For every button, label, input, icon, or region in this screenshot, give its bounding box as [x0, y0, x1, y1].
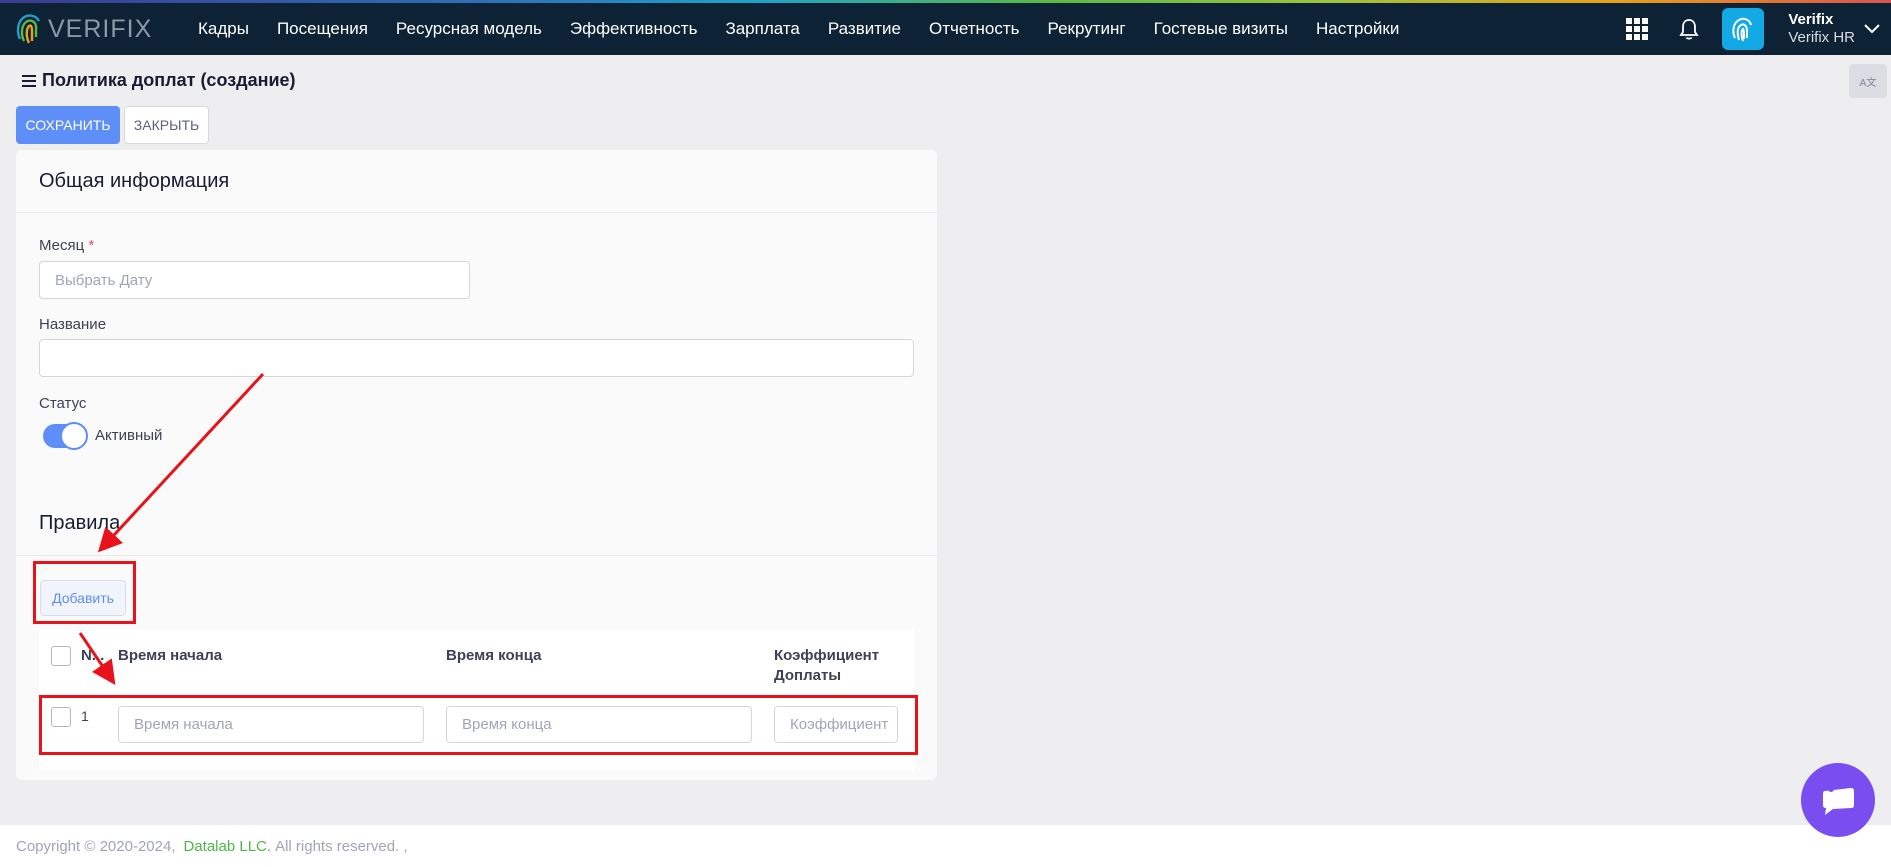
nav-item-effektivnost[interactable]: Эффективность — [556, 19, 712, 39]
annotation-box-add — [33, 561, 136, 624]
translate-icon: A文 — [1859, 77, 1877, 89]
toggle-knob — [60, 422, 88, 450]
rules-title: Правила — [39, 512, 121, 534]
nav-item-kadry[interactable]: Кадры — [184, 19, 263, 39]
apps-grid-icon[interactable] — [1626, 18, 1649, 40]
page-title: Политика доплат (создание) — [22, 70, 296, 91]
form-card: Общая информация Месяц * Название Статус… — [16, 150, 937, 780]
chevron-down-icon[interactable] — [1863, 23, 1881, 35]
nav-item-razvitie[interactable]: Развитие — [814, 19, 915, 39]
close-button[interactable]: ЗАКРЫТЬ — [124, 106, 209, 144]
translate-button[interactable]: A文 — [1849, 64, 1887, 98]
footer-rights: All rights reserved. , — [275, 837, 408, 855]
status-label: Статус — [39, 395, 87, 412]
nav-item-poseshcheniya[interactable]: Посещения — [263, 19, 382, 39]
brand-name: VERIFIX — [48, 14, 153, 43]
col-header-coefficient[interactable]: Коэффициент Доплаты — [774, 646, 894, 686]
user-org: Verifix HR — [1788, 29, 1855, 46]
name-input[interactable] — [39, 339, 914, 377]
nav-item-gostevye-vizity[interactable]: Гостевые визиты — [1140, 19, 1302, 39]
save-button[interactable]: СОХРАНИТЬ — [16, 106, 120, 144]
navbar-right: Verifix Verifix HR — [1626, 3, 1891, 55]
fingerprint-icon — [1732, 17, 1753, 42]
chat-icon — [1823, 786, 1854, 815]
col-header-end-time[interactable]: Время конца — [446, 646, 541, 666]
status-value: Активный — [95, 427, 163, 444]
main-nav: Кадры Посещения Ресурсная модель Эффекти… — [184, 19, 1413, 39]
bell-icon[interactable] — [1678, 17, 1700, 41]
avatar[interactable] — [1722, 8, 1765, 50]
page-title-text: Политика доплат (создание) — [42, 70, 296, 90]
footer-company-link[interactable]: Datalab LLC. — [184, 838, 272, 855]
select-all-checkbox[interactable] — [51, 646, 71, 666]
footer-copyright: Copyright © 2020-2024, — [16, 837, 176, 855]
nav-item-rekruting[interactable]: Рекрутинг — [1034, 19, 1140, 39]
user-info[interactable]: Verifix Verifix HR — [1788, 11, 1855, 47]
general-info-title: Общая информация — [16, 150, 937, 213]
month-date-input[interactable] — [39, 261, 470, 299]
name-label: Название — [39, 316, 107, 333]
top-navbar: VERIFIX Кадры Посещения Ресурсная модель… — [0, 3, 1891, 55]
fingerprint-logo-icon — [16, 14, 41, 44]
nav-item-nastroyki[interactable]: Настройки — [1302, 19, 1413, 39]
hamburger-menu-icon[interactable] — [22, 74, 36, 87]
nav-item-zarplata[interactable]: Зарплата — [711, 19, 813, 39]
month-label: Месяц * — [39, 237, 95, 254]
footer: Copyright © 2020-2024, Datalab LLC. All … — [0, 825, 1891, 867]
user-name: Verifix — [1788, 11, 1834, 28]
rules-divider — [16, 555, 937, 556]
required-mark: * — [88, 237, 95, 254]
nav-item-otchetnost[interactable]: Отчетность — [915, 19, 1034, 39]
col-header-start-time[interactable]: Время начала — [118, 646, 222, 666]
status-toggle[interactable] — [43, 422, 88, 450]
brand-logo[interactable]: VERIFIX — [14, 11, 164, 47]
chat-button[interactable] — [1801, 763, 1875, 837]
nav-item-resursnaya-model[interactable]: Ресурсная модель — [382, 19, 556, 39]
col-header-number[interactable]: N... — [81, 646, 111, 666]
annotation-box-row — [39, 695, 918, 755]
